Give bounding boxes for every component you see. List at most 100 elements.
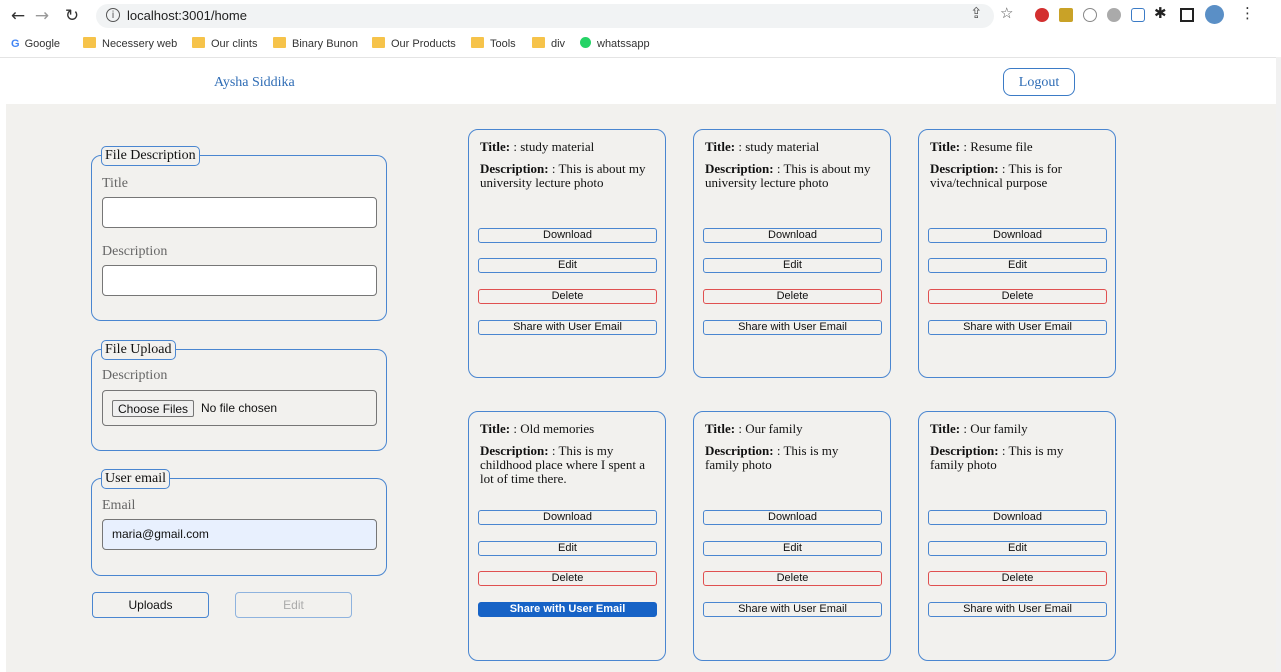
card-description: Description: : This is about my universi… xyxy=(705,161,871,190)
back-icon[interactable]: ← xyxy=(6,4,30,28)
card-description: Description: : This is my family photo xyxy=(930,443,1064,472)
share-email-button[interactable]: Share with User Email xyxy=(703,320,882,335)
file-upload-fieldset: File Upload Description Choose Files No … xyxy=(91,340,387,451)
file-card: Title: : Our family Description: : This … xyxy=(918,411,1116,661)
share-email-button[interactable]: Share with User Email xyxy=(478,602,657,617)
file-card: Title: : Resume file Description: : This… xyxy=(918,129,1116,378)
download-button[interactable]: Download xyxy=(928,228,1107,243)
card-title: Title: : study material xyxy=(705,139,820,154)
card-edit-button[interactable]: Edit xyxy=(478,541,657,556)
app-body: File Description Title Description File … xyxy=(6,104,1276,672)
delete-button[interactable]: Delete xyxy=(928,571,1107,586)
share-icon[interactable]: ⇪ xyxy=(970,4,983,22)
address-bar[interactable]: i localhost:3001/home xyxy=(96,4,994,28)
logout-button[interactable]: Logout xyxy=(1003,68,1075,96)
card-description: Description: : This is about my universi… xyxy=(480,161,646,190)
uploads-button[interactable]: Uploads xyxy=(92,592,209,618)
menu-kebab-icon[interactable]: ⋮ xyxy=(1240,4,1255,22)
bookmark-folder[interactable]: Our Products xyxy=(372,36,456,52)
title-input[interactable] xyxy=(102,197,377,228)
user-email-legend: User email xyxy=(101,469,171,489)
file-card: Title: : Our family Description: : This … xyxy=(693,411,891,661)
app-header: Aysha Siddika Logout xyxy=(0,57,1276,105)
bookmark-folder[interactable]: Tools xyxy=(471,36,516,52)
folder-icon xyxy=(83,37,96,48)
share-email-button[interactable]: Share with User Email xyxy=(928,320,1107,335)
file-description-fieldset: File Description Title Description xyxy=(91,146,387,321)
google-icon: G xyxy=(11,38,20,50)
page-scrollbar[interactable] xyxy=(1276,57,1281,672)
extension-icon[interactable] xyxy=(1083,8,1097,22)
extension-icon[interactable] xyxy=(1131,8,1145,22)
upload-description-label: Description xyxy=(102,368,168,383)
file-card: Title: : Old memories Description: : Thi… xyxy=(468,411,666,661)
card-description: Description: : This is for viva/technica… xyxy=(930,161,1062,190)
bookmark-folder[interactable]: Necessery web xyxy=(83,36,177,52)
file-description-legend: File Description xyxy=(101,146,200,166)
user-email-fieldset: User email Email maria@gmail.com xyxy=(91,469,387,576)
file-upload-legend: File Upload xyxy=(101,340,176,360)
download-button[interactable]: Download xyxy=(478,510,657,525)
bookmark-whatsapp[interactable]: whatssapp xyxy=(580,36,650,52)
choose-files-button[interactable]: Choose Files xyxy=(112,400,195,417)
bookmarks-bar: G Google Necessery web Our clints Binary … xyxy=(0,33,1281,55)
card-title: Title: : Resume file xyxy=(930,139,1033,154)
description-label: Description xyxy=(102,244,168,259)
card-title: Title: : Old memories xyxy=(480,421,595,436)
side-panel-icon[interactable] xyxy=(1180,8,1194,22)
site-info-icon[interactable]: i xyxy=(106,8,120,22)
delete-button[interactable]: Delete xyxy=(928,289,1107,304)
card-edit-button[interactable]: Edit xyxy=(703,258,882,273)
delete-button[interactable]: Delete xyxy=(703,571,882,586)
bookmark-star-icon[interactable]: ☆ xyxy=(1000,4,1013,22)
download-button[interactable]: Download xyxy=(928,510,1107,525)
email-input[interactable]: maria@gmail.com xyxy=(102,519,377,550)
delete-button[interactable]: Delete xyxy=(478,289,657,304)
reload-icon[interactable]: ↻ xyxy=(60,4,84,28)
file-input[interactable]: Choose Files No file chosen xyxy=(102,390,377,426)
puzzle-extensions-icon[interactable]: ✱ xyxy=(1154,4,1167,22)
file-card: Title: : study material Description: : T… xyxy=(693,129,891,378)
profile-avatar[interactable] xyxy=(1205,5,1224,24)
bookmark-folder[interactable]: Our clints xyxy=(192,36,257,52)
email-label: Email xyxy=(102,498,136,513)
card-title: Title: : Our family xyxy=(705,421,803,436)
download-button[interactable]: Download xyxy=(478,228,657,243)
bookmark-folder[interactable]: Binary Bunon xyxy=(273,36,358,52)
title-label: Title xyxy=(102,176,128,191)
delete-button[interactable]: Delete xyxy=(703,289,882,304)
forward-icon[interactable]: → xyxy=(30,4,54,28)
card-description: Description: : This is my childhood plac… xyxy=(480,443,645,486)
browser-toolbar: ← → ↻ i localhost:3001/home ⇪ ☆ ✱ ⋮ xyxy=(0,0,1281,33)
folder-icon xyxy=(532,37,545,48)
description-input[interactable] xyxy=(102,265,377,296)
edit-button[interactable]: Edit xyxy=(235,592,352,618)
download-button[interactable]: Download xyxy=(703,228,882,243)
card-title: Title: : study material xyxy=(480,139,595,154)
card-edit-button[interactable]: Edit xyxy=(928,541,1107,556)
card-edit-button[interactable]: Edit xyxy=(478,258,657,273)
card-description: Description: : This is my family photo xyxy=(705,443,839,472)
folder-icon xyxy=(471,37,484,48)
file-card: Title: : study material Description: : T… xyxy=(468,129,666,378)
extension-icon[interactable] xyxy=(1059,8,1073,22)
download-button[interactable]: Download xyxy=(703,510,882,525)
folder-icon xyxy=(273,37,286,48)
folder-icon xyxy=(372,37,385,48)
address-bar-url[interactable]: localhost:3001/home xyxy=(127,8,247,23)
card-edit-button[interactable]: Edit xyxy=(703,541,882,556)
file-status: No file chosen xyxy=(201,401,278,415)
user-name: Aysha Siddika xyxy=(214,75,295,90)
share-email-button[interactable]: Share with User Email xyxy=(928,602,1107,617)
bookmark-folder[interactable]: div xyxy=(532,36,565,52)
delete-button[interactable]: Delete xyxy=(478,571,657,586)
folder-icon xyxy=(192,37,205,48)
card-edit-button[interactable]: Edit xyxy=(928,258,1107,273)
whatsapp-icon xyxy=(580,37,591,48)
card-title: Title: : Our family xyxy=(930,421,1028,436)
share-email-button[interactable]: Share with User Email xyxy=(703,602,882,617)
extension-icon[interactable] xyxy=(1107,8,1121,22)
share-email-button[interactable]: Share with User Email xyxy=(478,320,657,335)
opera-extension-icon[interactable] xyxy=(1035,8,1049,22)
bookmark-google[interactable]: G Google xyxy=(11,36,60,52)
